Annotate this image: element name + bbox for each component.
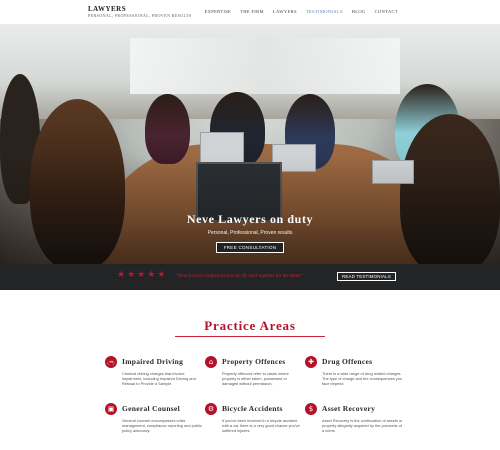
star-icon: ★ [127,270,136,280]
practice-card-desc: Property offences refer to cases where p… [222,371,289,387]
dollar-icon: $ [305,403,317,415]
practice-card-desc: There is a wide range of drug related ch… [322,371,403,387]
practice-card-desc: Asset Recovery is the confiscation of as… [322,418,403,434]
practice-card-title: Asset Recovery [322,404,376,413]
rating-stars: ★ ★ ★ ★ ★ [117,271,165,280]
pill-icon: ✚ [305,356,317,368]
practice-card-desc: Criminal driving charges that involve im… [122,371,196,387]
practice-card-title: Drug Offences [322,357,373,366]
car-icon: 🚗 [105,356,117,368]
testimonial-bar: ★ ★ ★ ★ ★ "Neve Lawyers helped me put my… [0,264,500,290]
practice-card-desc: If you've been involved in a bicycle acc… [222,418,300,434]
briefcase-icon: ▣ [105,403,117,415]
practice-card-title: General Counsel [122,404,181,413]
free-consultation-button[interactable]: FREE CONSULTATION [215,242,285,253]
nav-lawyers[interactable]: LAWYERS [273,9,297,14]
star-icon: ★ [147,270,156,280]
nav-blog[interactable]: BLOG [352,9,366,14]
practice-card-desc: General counsel encompasses crisis manag… [122,418,202,434]
nav-testimonials[interactable]: TESTIMONIALS [306,9,343,14]
hero-title: Neve Lawyers on duty [186,212,314,226]
hero-section: Neve Lawyers on duty Personal, Professio… [0,24,500,264]
site-header: LAWYERS PERSONAL, PROFESSIONAL, PROVEN R… [0,0,500,24]
nav-expertise[interactable]: EXPERTISE [204,9,231,14]
brand[interactable]: LAWYERS PERSONAL, PROFESSIONAL, PROVEN R… [88,5,192,19]
bicycle-icon: ⚙ [205,403,217,415]
practice-card-title: Bicycle Accidents [222,404,283,413]
hero-content: Neve Lawyers on duty Personal, Professio… [0,212,500,254]
read-testimonials-button[interactable]: READ TESTIMONIALS [337,272,396,281]
star-icon: ★ [117,270,126,280]
brand-tagline: PERSONAL, PROFESSIONAL, PROVEN RESULTS [88,13,192,18]
page: LAWYERS PERSONAL, PROFESSIONAL, PROVEN R… [0,0,500,450]
nav-contact[interactable]: CONTACT [375,9,398,14]
hero-subtitle: Personal, Professional, Proven results [207,230,293,236]
star-icon: ★ [137,270,146,280]
practice-areas-title: Practice Areas [204,318,296,333]
home-icon: ⌂ [205,356,217,368]
brand-name: LAWYERS [88,5,127,13]
practice-card-title: Property Offences [222,357,286,366]
title-divider [175,336,325,337]
testimonial-quote: "Neve Lawyers helped me put my life back… [176,274,303,279]
practice-card-title: Impaired Driving [122,357,184,366]
nav-the-firm[interactable]: THE FIRM [240,9,264,14]
star-icon: ★ [157,270,166,280]
main-nav: EXPERTISE THE FIRM LAWYERS TESTIMONIALS … [204,9,398,14]
